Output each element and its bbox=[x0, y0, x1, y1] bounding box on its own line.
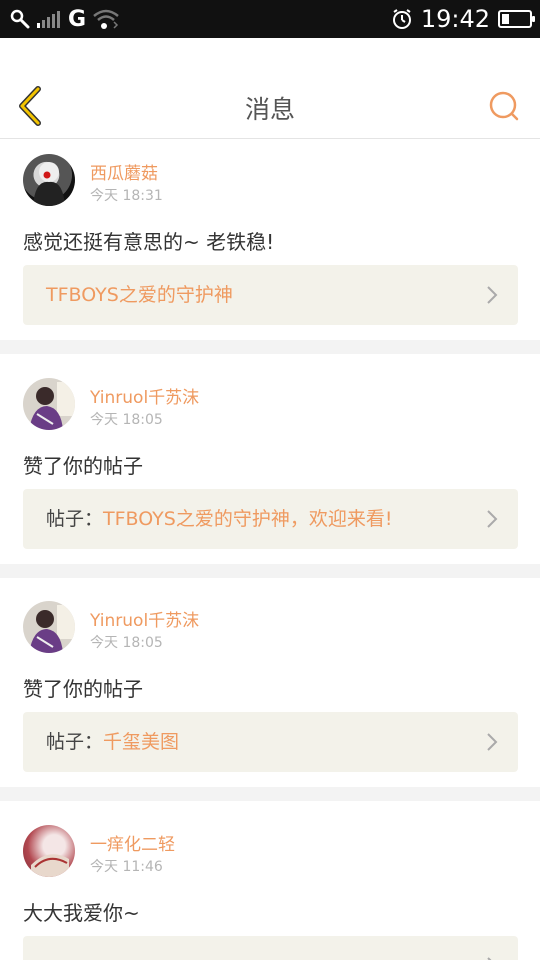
status-time: 19:42 bbox=[420, 5, 490, 33]
status-left: G bbox=[10, 6, 120, 32]
battery-icon bbox=[498, 10, 535, 28]
post-link-text: 帖子：千玺美图 bbox=[46, 712, 179, 772]
post-link[interactable] bbox=[23, 936, 518, 960]
search-button[interactable] bbox=[486, 88, 522, 124]
status-right: 19:42 bbox=[391, 5, 535, 33]
avatar[interactable] bbox=[23, 154, 75, 206]
post-title: TFBOYS之爱的守护神 bbox=[46, 284, 233, 306]
message-item: 西瓜蘑菇 今天 18:31 感觉还挺有意思的~ 老铁稳! TFBOYS之爱的守护… bbox=[0, 140, 540, 340]
post-link-text: TFBOYS之爱的守护神 bbox=[46, 265, 233, 325]
message-item: Yinruol千苏沫 今天 18:05 赞了你的帖子 帖子：TFBOYS之爱的守… bbox=[0, 354, 540, 564]
alarm-icon bbox=[392, 9, 411, 29]
divider bbox=[0, 787, 540, 801]
divider bbox=[0, 340, 540, 354]
chevron-right-icon bbox=[487, 510, 498, 528]
chevron-right-icon bbox=[487, 286, 498, 304]
username[interactable]: 西瓜蘑菇 bbox=[90, 159, 158, 184]
divider bbox=[0, 564, 540, 578]
search-status-icon bbox=[10, 9, 30, 29]
status-bar: G 19:42 bbox=[0, 0, 540, 38]
wifi-icon bbox=[93, 9, 119, 29]
message-item: 一痒化二轻 今天 11:46 大大我爱你~ bbox=[0, 801, 540, 960]
message-list: 西瓜蘑菇 今天 18:31 感觉还挺有意思的~ 老铁稳! TFBOYS之爱的守护… bbox=[0, 140, 540, 960]
message-time: 今天 18:05 bbox=[90, 635, 163, 651]
avatar-image bbox=[33, 162, 65, 206]
avatar-image bbox=[31, 854, 69, 877]
message-content: 赞了你的帖子 bbox=[23, 454, 143, 478]
message-item: Yinruol千苏沫 今天 18:05 赞了你的帖子 帖子：千玺美图 bbox=[0, 578, 540, 787]
username[interactable]: Yinruol千苏沫 bbox=[90, 383, 199, 408]
post-link[interactable]: 帖子：千玺美图 bbox=[23, 712, 518, 772]
signal-icon bbox=[37, 11, 60, 28]
post-prefix: 帖子： bbox=[46, 731, 104, 753]
message-time: 今天 18:05 bbox=[90, 412, 163, 428]
post-link-text: 帖子：TFBOYS之爱的守护神，欢迎来看! bbox=[46, 489, 392, 549]
avatar-image bbox=[29, 605, 75, 653]
post-title: TFBOYS之爱的守护神，欢迎来看! bbox=[103, 508, 393, 530]
post-link[interactable]: TFBOYS之爱的守护神 bbox=[23, 265, 518, 325]
post-title: 千玺美图 bbox=[103, 731, 180, 753]
avatar[interactable] bbox=[23, 825, 75, 877]
avatar-image bbox=[29, 382, 75, 430]
page-title: 消息 bbox=[244, 95, 295, 124]
avatar[interactable] bbox=[23, 601, 75, 653]
message-content: 赞了你的帖子 bbox=[23, 677, 143, 701]
username[interactable]: Yinruol千苏沫 bbox=[90, 606, 199, 631]
message-content: 感觉还挺有意思的~ 老铁稳! bbox=[23, 230, 275, 254]
battery-level bbox=[502, 14, 509, 24]
message-time: 今天 11:46 bbox=[90, 859, 163, 875]
username[interactable]: 一痒化二轻 bbox=[90, 830, 175, 855]
chevron-right-icon bbox=[487, 957, 492, 960]
message-content: 大大我爱你~ bbox=[23, 901, 140, 925]
search-icon bbox=[489, 91, 519, 121]
post-link[interactable]: 帖子：TFBOYS之爱的守护神，欢迎来看! bbox=[23, 489, 518, 549]
chevron-right-icon bbox=[487, 733, 498, 751]
header: 消息 bbox=[0, 38, 540, 139]
post-prefix: 帖子： bbox=[46, 508, 104, 530]
network-type: G bbox=[68, 6, 87, 32]
message-time: 今天 18:31 bbox=[90, 188, 163, 204]
avatar[interactable] bbox=[23, 378, 75, 430]
